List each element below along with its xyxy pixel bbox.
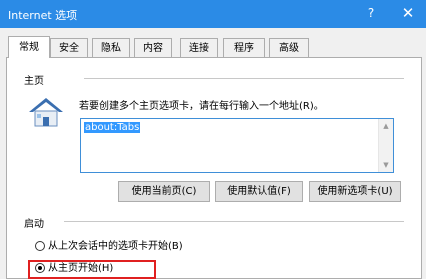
scroll-up-icon[interactable]: ▲ <box>382 122 390 130</box>
red-highlight-box <box>28 260 156 279</box>
home-page-url-textarea[interactable]: about:Tabs ▲ ▼ <box>80 118 394 173</box>
startup-group-divider <box>64 221 404 222</box>
tab-programs[interactable]: 程序 <box>223 38 265 57</box>
close-button[interactable]: ✕ <box>396 2 420 24</box>
window-title: Internet 选项 <box>8 9 78 22</box>
home-page-url-value: about:Tabs <box>84 122 141 133</box>
use-current-button[interactable]: 使用当前页(C) <box>118 181 210 202</box>
tab-privacy[interactable]: 隐私 <box>92 38 130 57</box>
home-page-icon <box>29 98 63 127</box>
tab-general[interactable]: 常规 <box>8 36 50 58</box>
radio-last-session[interactable] <box>35 241 45 251</box>
use-default-button[interactable]: 使用默认值(F) <box>215 181 303 202</box>
startup-option-last-session[interactable]: 从上次会话中的选项卡开始(B) <box>35 240 183 254</box>
title-bar: Internet 选项 ? ✕ <box>0 0 426 28</box>
startup-group-label: 启动 <box>24 219 44 230</box>
tab-advanced[interactable]: 高级 <box>269 38 309 57</box>
scroll-down-icon[interactable]: ▼ <box>382 161 390 169</box>
startup-option-last-session-label: 从上次会话中的选项卡开始(B) <box>48 241 183 252</box>
home-group-divider <box>84 78 404 79</box>
url-scrollbar[interactable]: ▲ ▼ <box>378 119 393 172</box>
tab-security[interactable]: 安全 <box>50 38 88 57</box>
home-page-group-label: 主页 <box>24 76 44 87</box>
use-new-tab-button[interactable]: 使用新选项卡(U) <box>309 181 401 202</box>
tab-connections[interactable]: 连接 <box>180 38 218 57</box>
tab-content[interactable]: 内容 <box>134 38 172 57</box>
help-button[interactable]: ? <box>360 2 382 24</box>
home-page-description: 若要创建多个主页选项卡，请在每行输入一个地址(R)。 <box>79 101 324 112</box>
